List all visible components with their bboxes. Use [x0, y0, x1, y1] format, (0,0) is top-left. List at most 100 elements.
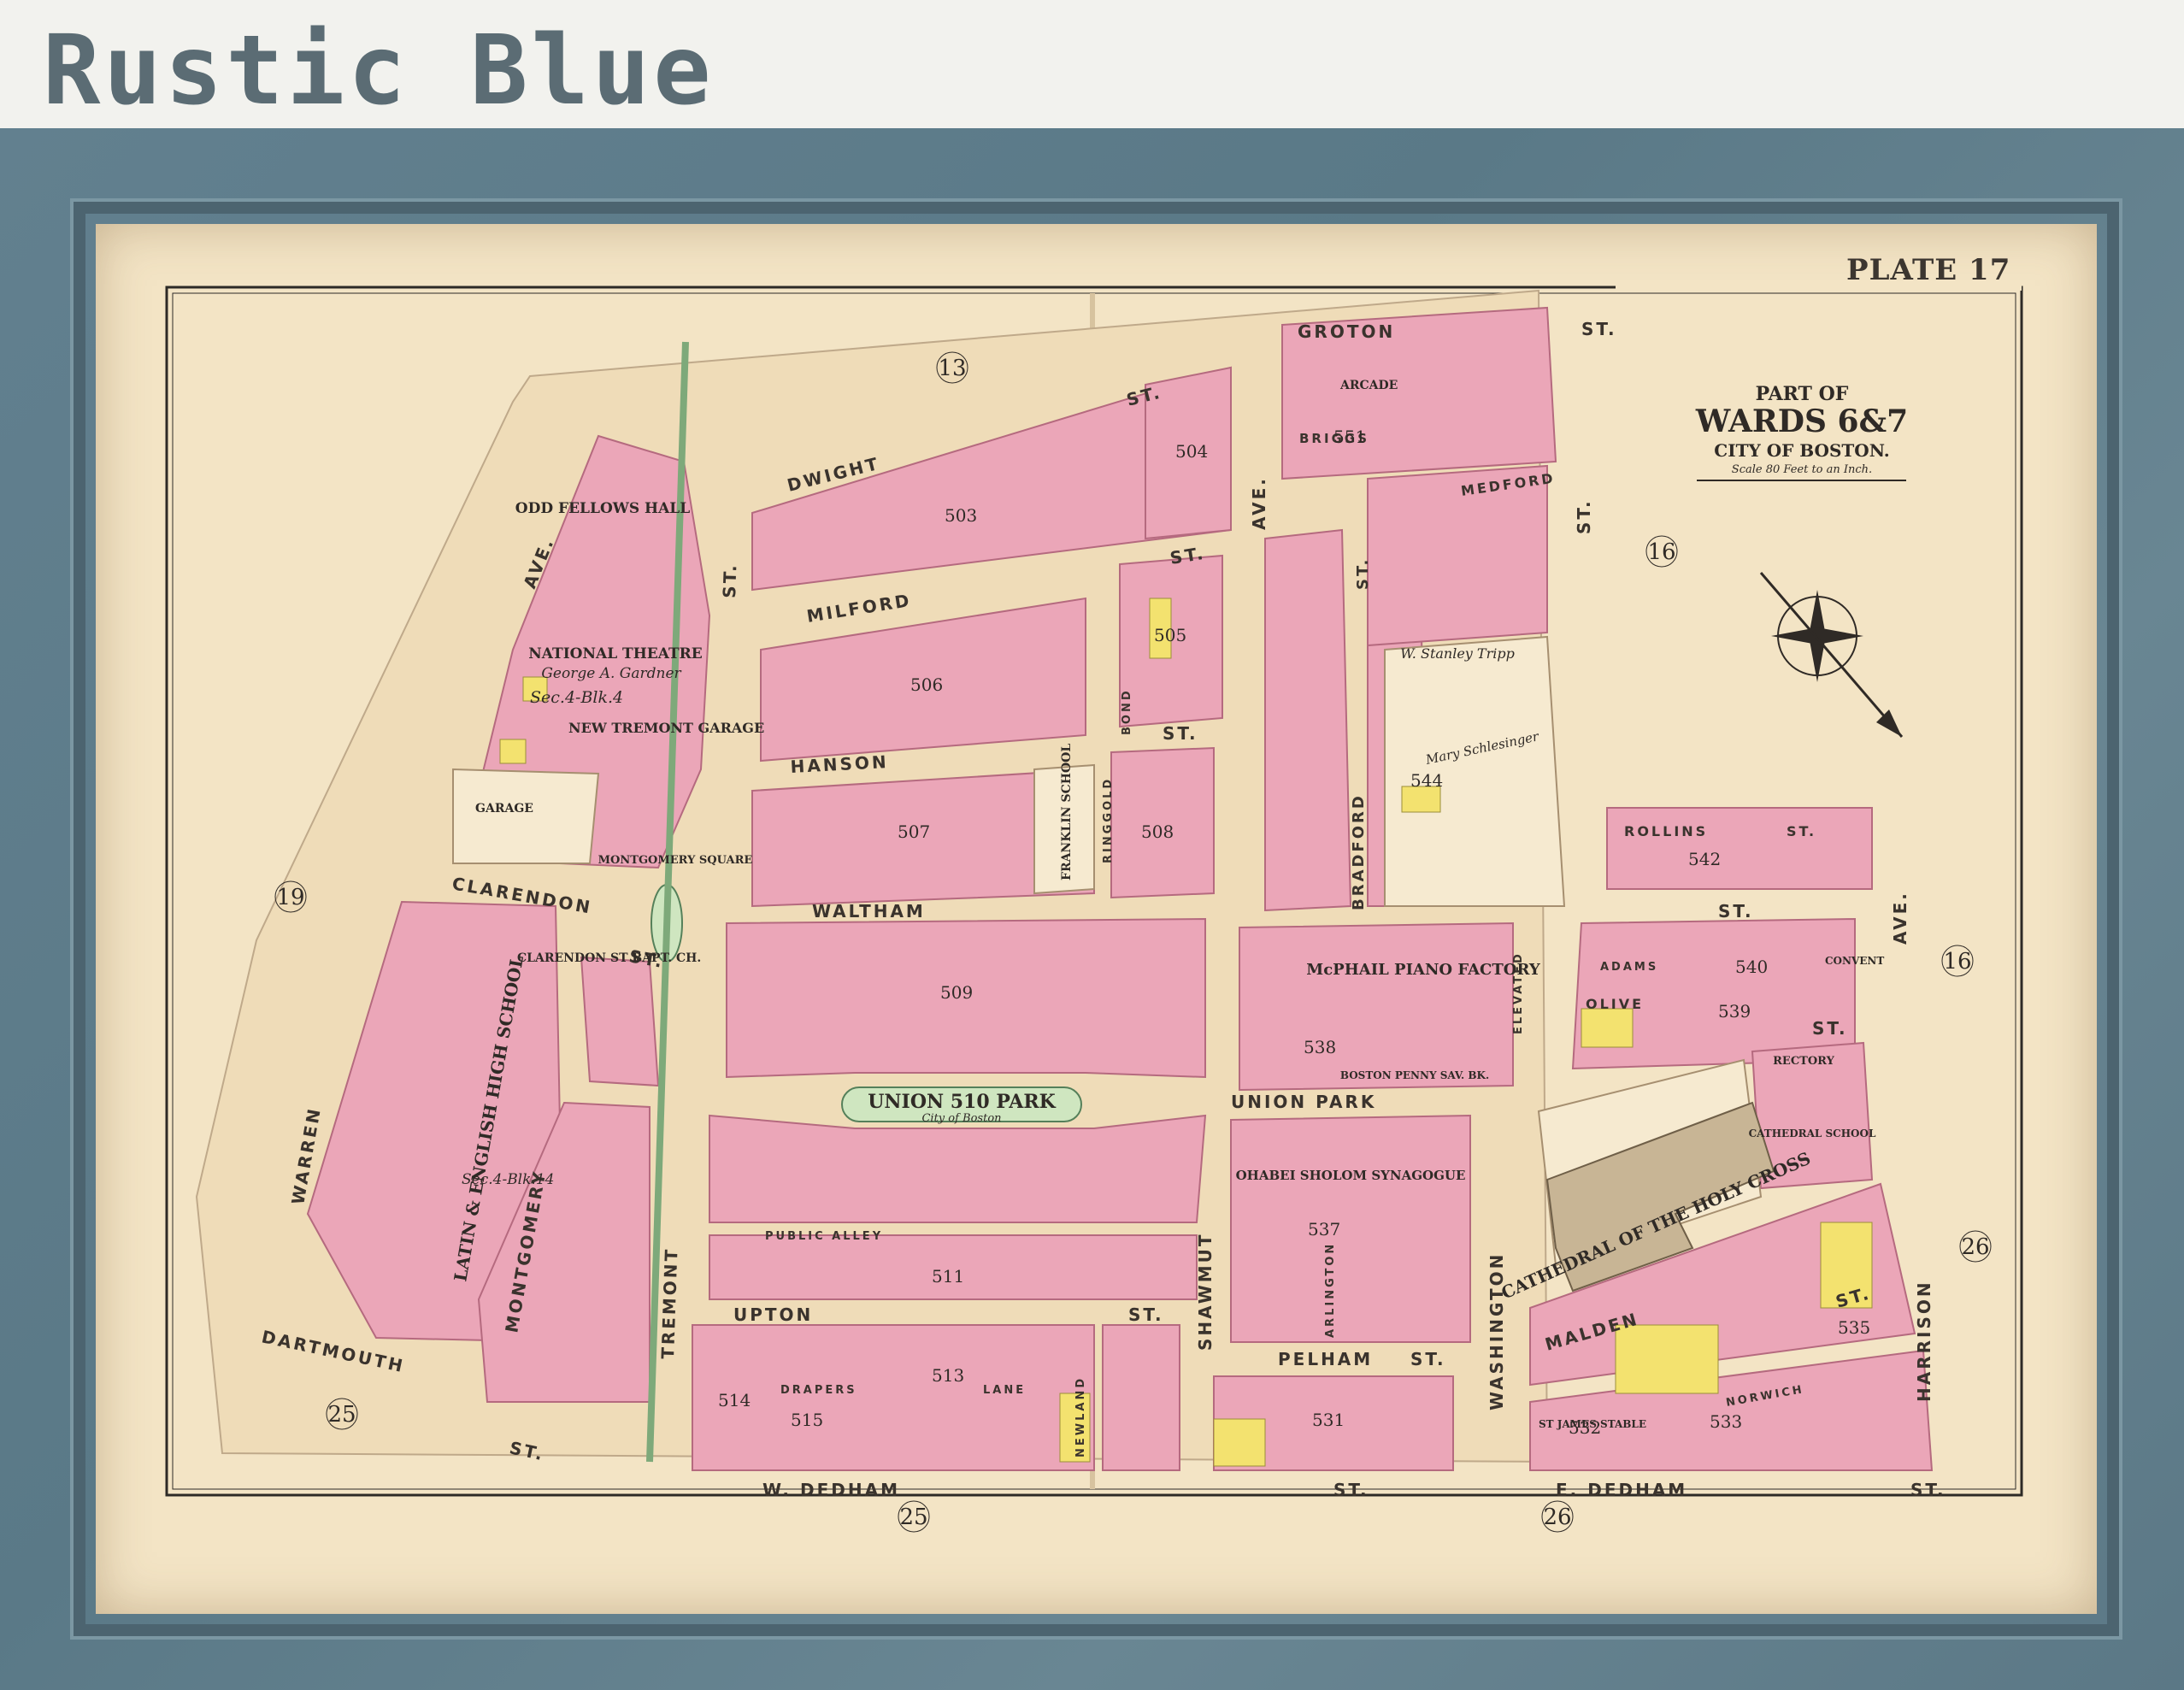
owner-sec4: Sec.4-Blk.4: [530, 688, 623, 707]
street-label-hanson-st: ST.: [1163, 723, 1198, 744]
street-label-bradford-st: ST.: [1354, 557, 1372, 590]
block-number: 539: [1718, 1001, 1751, 1022]
map-labels: PART OF WARDS 6&7 CITY OF BOSTON. Scale …: [260, 319, 1992, 1533]
cartouche: PART OF WARDS 6&7 CITY OF BOSTON. Scale …: [1695, 383, 1908, 481]
landmark-national-theatre: NATIONAL THEATRE: [528, 645, 703, 662]
landmark-synagogue: OHABEI SHOLOM SYNAGOGUE: [1236, 1168, 1466, 1183]
street-label-upton: UPTON: [733, 1304, 813, 1325]
owner-schlesinger: Mary Schlesinger: [1423, 728, 1540, 768]
street-label-dartmouth: DARTMOUTH: [260, 1326, 407, 1376]
landmark-montgomery-square: MONTGOMERY SQUARE: [598, 854, 753, 867]
street-label-pelham-st: ST.: [1410, 1349, 1446, 1369]
street-label-malden-st: ST.: [1834, 1282, 1874, 1312]
ward-number: 26: [1543, 1505, 1571, 1530]
landmark-convent: CONVENT: [1825, 955, 1884, 967]
block-number: 508: [1141, 821, 1174, 842]
block-number: 532: [1569, 1417, 1601, 1438]
block-number: 533: [1710, 1411, 1742, 1432]
ward-number: 25: [899, 1505, 927, 1530]
block-number: 538: [1304, 1037, 1336, 1057]
landmark-high-school: LATIN & ENGLISH HIGH SCHOOL: [450, 954, 527, 1283]
street-label-malden: MALDEN: [1543, 1309, 1641, 1355]
street-label-arlington: ARLINGTON: [1324, 1242, 1337, 1338]
street-label-st: ST.: [1581, 319, 1617, 339]
landmark-garage: GARAGE: [475, 802, 533, 816]
block-number: 506: [910, 674, 943, 695]
landmark-union-park: UNION 510 PARK: [868, 1091, 1056, 1113]
street-label-rollins: ROLLINS: [1624, 823, 1708, 839]
block-number: 511: [932, 1266, 964, 1287]
street-label-washington: WASHINGTON: [1486, 1252, 1507, 1410]
cartouche-scale: Scale 80 Feet to an Inch.: [1732, 463, 1872, 476]
block-number: 551: [1333, 427, 1366, 447]
landmark-franklin-school: FRANKLIN SCHOOL: [1060, 744, 1074, 880]
street-label-pelham: PELHAM: [1278, 1349, 1373, 1369]
street-label-norwich: NORWICH: [1725, 1383, 1805, 1410]
street-label-waltham-st: ST.: [1718, 901, 1754, 922]
street-label-adams: ADAMS: [1600, 961, 1658, 974]
street-label-waltham: WALTHAM: [812, 901, 926, 922]
street-label-e-dedham-st: ST.: [1910, 1480, 1946, 1500]
street-label-warren: WARREN: [287, 1105, 325, 1206]
landmark-clarendon-bapt: CLARENDON ST BAPT. CH.: [517, 951, 701, 965]
block-number: 509: [940, 982, 973, 1003]
street-label-harrison-ave: AVE.: [1890, 891, 1910, 945]
block-number: 540: [1735, 957, 1768, 977]
landmark-boston-bank: BOSTON PENNY SAV. BK.: [1340, 1069, 1489, 1081]
ward-number: 19: [276, 885, 304, 910]
block-number: 513: [932, 1365, 964, 1386]
cartouche-line1: PART OF: [1756, 383, 1849, 405]
street-label-milford: MILFORD: [805, 590, 913, 627]
street-label-union-park: UNION PARK: [1231, 1092, 1376, 1112]
street-label-montgomery: MONTGOMERY: [501, 1169, 550, 1334]
ward-numbers: 13 16 16 19 25 25 26 26: [274, 351, 1992, 1533]
street-label-hanson: HANSON: [790, 751, 889, 777]
ward-number: 25: [327, 1402, 356, 1428]
street-label-olive-st: ST.: [1812, 1018, 1848, 1039]
block-number: 544: [1410, 770, 1443, 791]
street-label-drapers: DRAPERS: [780, 1384, 857, 1397]
block-number: 537: [1308, 1219, 1340, 1240]
block-number: 505: [1154, 625, 1186, 645]
landmark-new-tremont-garage: NEW TREMONT GARAGE: [568, 720, 764, 736]
street-label-dwight: DWIGHT: [785, 453, 881, 496]
cartouche-line3: CITY OF BOSTON.: [1714, 440, 1889, 461]
block-numbers: 503 504 505 506 507 508 509 511 513 514 …: [718, 427, 1870, 1438]
ward-number: 26: [1961, 1234, 1989, 1260]
street-label-bradford: BRADFORD: [1350, 793, 1368, 910]
street-label-rollins-st: ST.: [1787, 823, 1816, 839]
street-label-newland: NEWLAND: [1074, 1376, 1087, 1457]
street-label-dwight-st: ST.: [1124, 381, 1163, 409]
landmark-city-of-boston: City of Boston: [921, 1112, 1001, 1125]
landmark-cathedral: CATHEDRAL OF THE HOLY CROSS: [1498, 1148, 1814, 1304]
cartouche-line2: WARDS 6&7: [1695, 403, 1908, 439]
block-number: 503: [945, 505, 977, 526]
block-number: 507: [898, 821, 930, 842]
ward-number: 16: [1943, 949, 1971, 975]
block-number: 531: [1312, 1410, 1345, 1430]
block-number: 542: [1688, 849, 1721, 869]
street-label-e-dedham: E. DEDHAM: [1556, 1480, 1687, 1500]
street-label-lane: LANE: [983, 1384, 1026, 1397]
street-label-tremont-st: ST.: [719, 562, 740, 598]
block-number: 535: [1838, 1317, 1870, 1338]
street-label-washington-st: ST.: [1574, 498, 1594, 534]
street-label-dartmouth-st: ST.: [508, 1437, 547, 1464]
street-label-clarendon: CLARENDON: [450, 873, 594, 917]
block-number: 504: [1175, 441, 1208, 462]
street-label-milford-st: ST.: [1169, 543, 1207, 568]
street-label-shawmut: SHAWMUT: [1195, 1232, 1216, 1351]
street-labels: GROTON ST. DWIGHT ST. MILFORD ST. HANSON…: [260, 319, 1946, 1500]
street-label-harrison: HARRISON: [1914, 1280, 1934, 1402]
block-number: 514: [718, 1390, 751, 1410]
landmark-cathedral-school: CATHEDRAL SCHOOL: [1749, 1128, 1876, 1139]
landmark-arcade: ARCADE: [1339, 379, 1398, 392]
street-label-olive: OLIVE: [1586, 996, 1644, 1012]
street-label-groton: GROTON: [1298, 321, 1395, 342]
street-label-upton-st: ST.: [1128, 1304, 1164, 1325]
street-label-warren-ave: AVE.: [519, 534, 558, 592]
landmark-rectory: RECTORY: [1773, 1055, 1834, 1068]
street-label-shawmut-ave: AVE.: [1249, 476, 1269, 530]
street-label-bond: BOND: [1121, 688, 1133, 735]
owner-gardner: George A. Gardner: [541, 665, 681, 682]
